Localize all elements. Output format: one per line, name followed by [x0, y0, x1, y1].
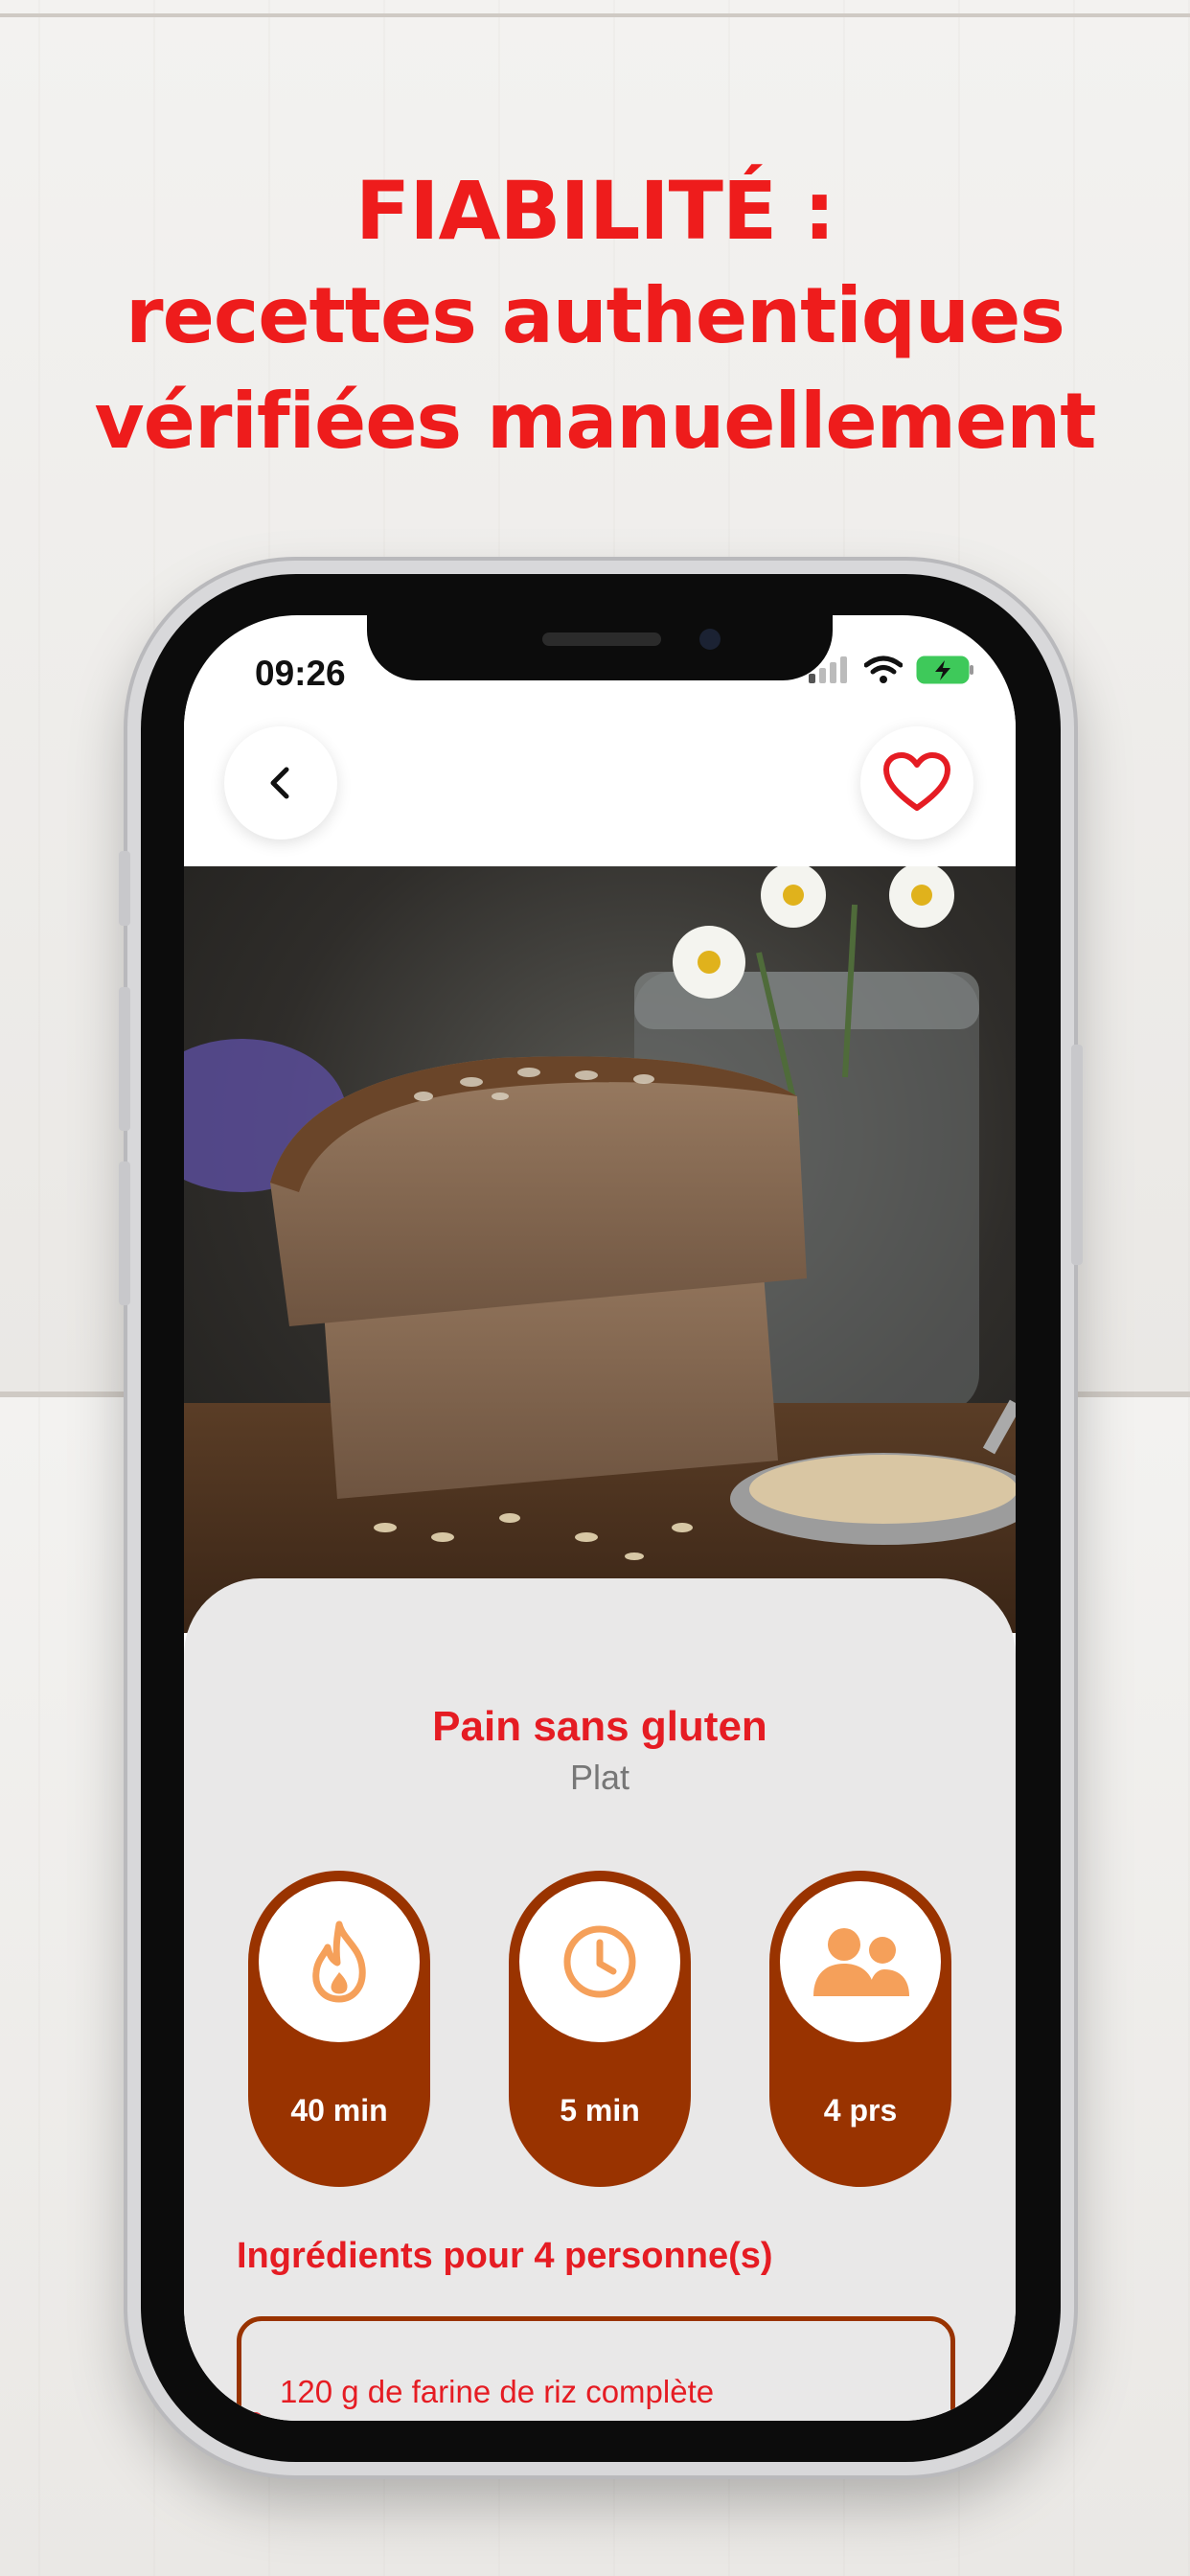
ingredients-heading: Ingrédients pour 4 personne(s) — [237, 2236, 773, 2276]
chevron-left-icon — [270, 767, 289, 799]
stat-icon-circle — [259, 1881, 420, 2042]
stat-prep-time-value: 5 min — [560, 2093, 640, 2128]
headline-line-3: vérifiées manuellement — [94, 377, 1097, 466]
headline-line-1: FIABILITÉ : — [355, 164, 835, 258]
status-time: 09:26 — [255, 654, 346, 693]
stat-icon-circle — [780, 1881, 941, 2042]
volume-up-button — [119, 987, 130, 1131]
headline-line-2: recettes authentiques — [126, 271, 1065, 360]
back-button[interactable] — [224, 726, 337, 840]
stat-prep-time: 5 min — [509, 1871, 691, 2187]
stat-servings: 4 prs — [769, 1871, 951, 2187]
mute-switch — [119, 851, 130, 926]
people-icon — [813, 1928, 909, 1996]
recipe-photo — [184, 866, 1016, 1633]
promo-headline: FIABILITÉ : recettes authentiques vérifi… — [0, 158, 1190, 474]
stat-servings-value: 4 prs — [823, 2093, 898, 2128]
ingredient-item: 120 g de farine de riz complète — [280, 2374, 715, 2409]
stat-icon-circle — [519, 1881, 680, 2042]
favorite-button[interactable] — [860, 726, 973, 840]
flame-icon — [312, 1920, 366, 2003]
volume-down-button — [119, 1162, 130, 1305]
recipe-category: Plat — [569, 1758, 630, 1797]
stat-cook-time-value: 40 min — [290, 2093, 388, 2128]
recipe-detail-card: Pain sans gluten Plat 40 min 5 min 4 prs… — [184, 1578, 1016, 2421]
power-button — [1071, 1045, 1083, 1265]
wifi-icon — [864, 656, 903, 683]
clock-icon — [563, 1925, 636, 1998]
status-icons — [809, 656, 975, 684]
app-screen: 09:26 Pain sans gluten Plat 40 min 5 min… — [184, 615, 1016, 2421]
speaker-grille — [542, 632, 661, 646]
bread-photo-illustration — [184, 866, 1016, 1633]
heart-outline-icon — [883, 752, 950, 811]
front-camera — [699, 629, 721, 650]
stat-cook-time: 40 min — [248, 1871, 430, 2187]
notch — [367, 615, 833, 680]
battery-charging-icon — [916, 656, 973, 684]
recipe-title: Pain sans gluten — [432, 1703, 767, 1750]
